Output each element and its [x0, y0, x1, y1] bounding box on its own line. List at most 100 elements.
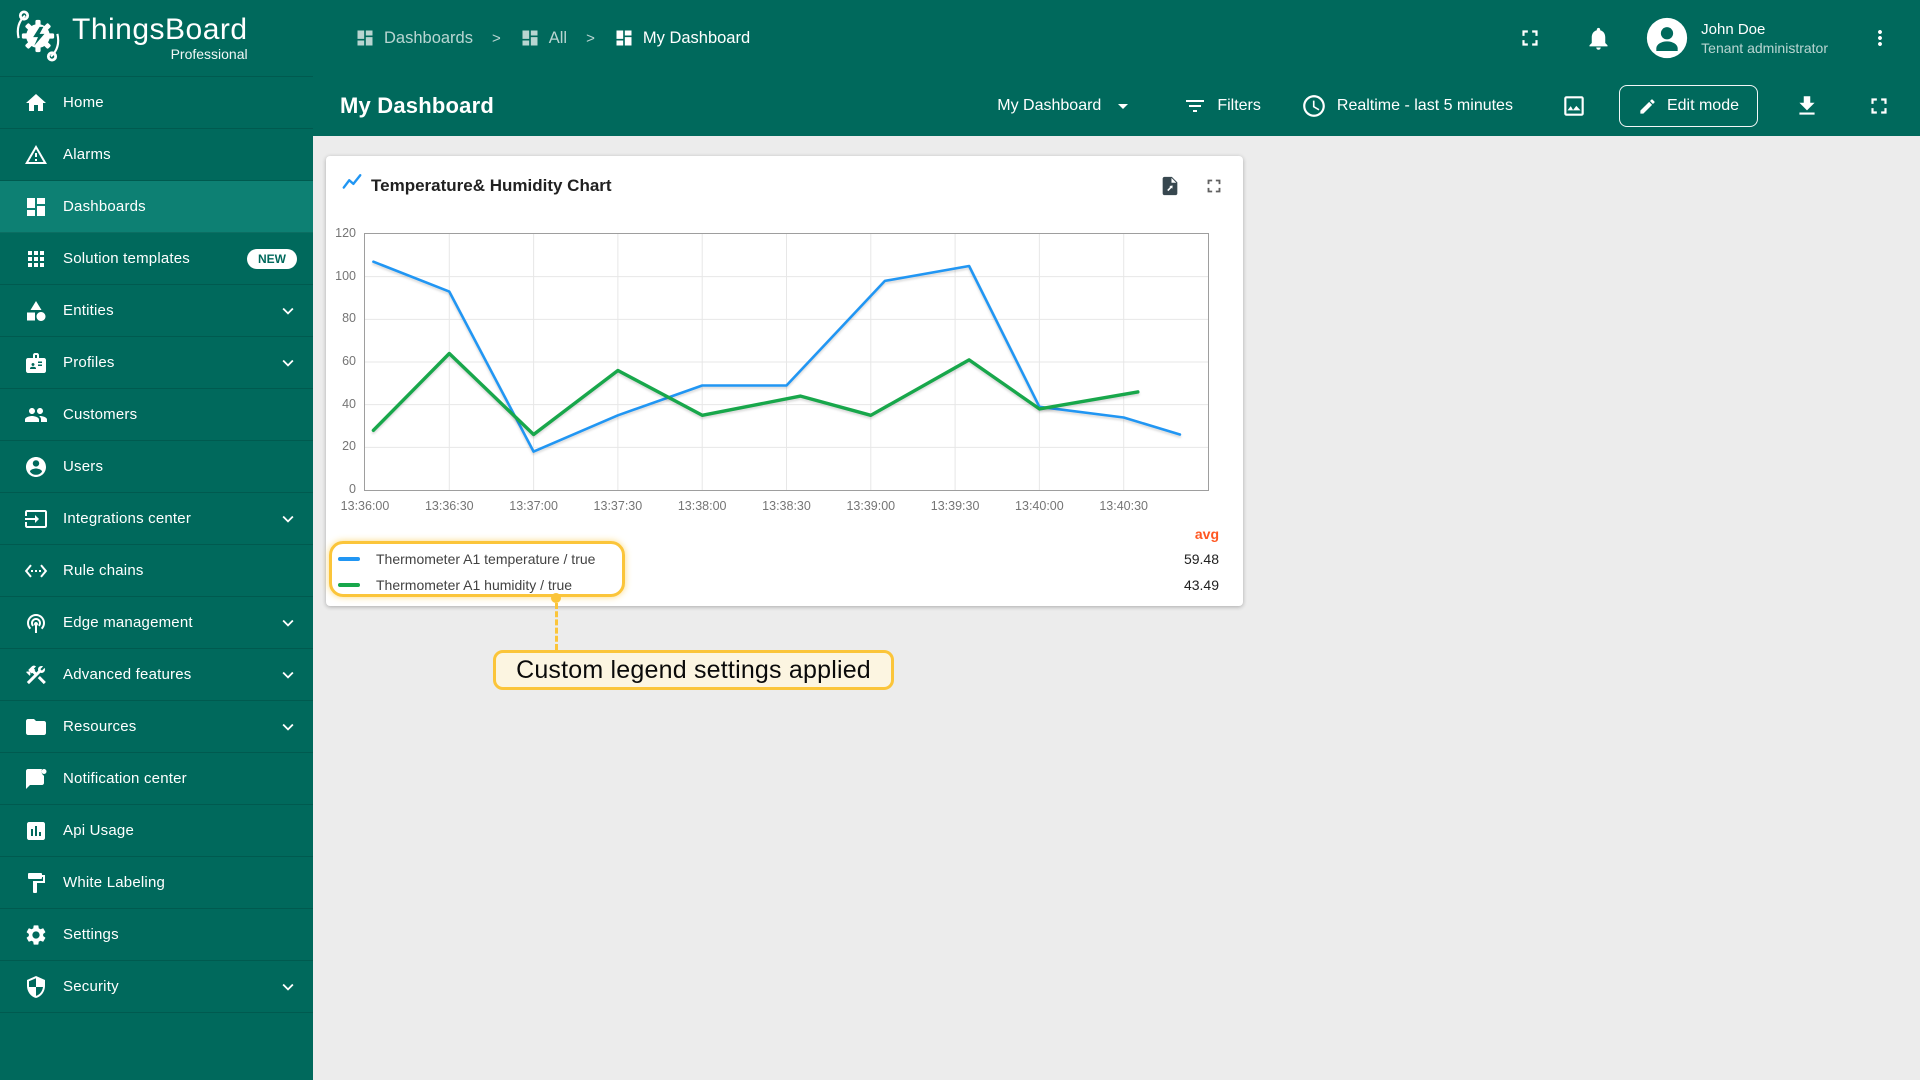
sidebar-item-edge-management[interactable]: Edge management — [0, 597, 313, 649]
filters-label: Filters — [1217, 97, 1261, 114]
new-badge: NEW — [247, 248, 297, 269]
y-axis-tick: 60 — [342, 354, 356, 368]
sidebar-item-alarms[interactable]: Alarms — [0, 129, 313, 181]
topbar: Dashboards > All > My Dashboard John Doe Ten… — [313, 0, 1920, 76]
kebab-menu-icon[interactable] — [1868, 26, 1892, 50]
app-logo[interactable]: ThingsBoard Professional — [0, 0, 313, 76]
breadcrumb-separator: > — [586, 29, 595, 47]
widget-fullscreen-icon[interactable] — [1203, 175, 1225, 197]
filters-button[interactable]: Filters — [1183, 94, 1261, 118]
dashboard-image-icon[interactable] — [1561, 93, 1587, 119]
dashboard-select[interactable]: My Dashboard — [997, 94, 1135, 118]
x-axis-tick: 13:39:30 — [930, 499, 980, 513]
y-axis-tick: 0 — [349, 482, 356, 496]
annotation-connector-dot — [551, 593, 561, 603]
alarms-icon — [24, 143, 48, 167]
sidebar-item-label: Security — [63, 978, 119, 995]
download-icon[interactable] — [1794, 93, 1820, 119]
notifications-bell-icon[interactable] — [1585, 25, 1612, 52]
chart-plot-area[interactable]: 0 20 40 60 80 100 120 13:36:00 13:36:30 13:37:00 1… — [335, 226, 1209, 513]
sidebar-item-users[interactable]: Users — [0, 441, 313, 493]
app-edition: Professional — [170, 45, 248, 62]
white-labeling-icon — [24, 871, 48, 895]
security-icon — [24, 975, 48, 999]
sidebar-item-resources[interactable]: Resources — [0, 701, 313, 753]
edit-mode-button[interactable]: Edit mode — [1618, 85, 1758, 127]
sidebar-item-label: Advanced features — [63, 666, 192, 683]
user-menu[interactable]: John Doe Tenant administrator — [1701, 20, 1828, 57]
breadcrumb-item-my-dashboard[interactable]: My Dashboard — [614, 28, 750, 48]
breadcrumb-separator: > — [491, 29, 501, 47]
legend-row[interactable]: Thermometer A1 temperature / true 59.48 — [338, 546, 1219, 572]
sidebar-nav: Home Alarms Dashboards Solution templates NE… — [0, 76, 313, 1013]
sidebar-item-white-labeling[interactable]: White Labeling — [0, 857, 313, 909]
breadcrumb-item-all[interactable]: All — [520, 28, 567, 48]
fullscreen-icon[interactable] — [1517, 25, 1543, 51]
sidebar-item-rule-chains[interactable]: Rule chains — [0, 545, 313, 597]
breadcrumb-label: My Dashboard — [642, 28, 751, 47]
sidebar-item-solution-templates[interactable]: Solution templates NEW — [0, 233, 313, 285]
sidebar-item-settings[interactable]: Settings — [0, 909, 313, 961]
sidebar-item-label: Profiles — [63, 354, 115, 371]
toolbar-fullscreen-icon[interactable] — [1866, 93, 1892, 119]
sidebar-item-entities[interactable]: Entities — [0, 285, 313, 337]
sidebar-item-dashboards[interactable]: Dashboards — [0, 181, 313, 233]
legend-avg-value: 59.48 — [1183, 551, 1219, 567]
thingsboard-app: ThingsBoard Professional Home Alarms Dashb… — [0, 0, 1920, 1080]
dashboard-toolbar: My Dashboard My Dashboard Filters Realti… — [313, 76, 1920, 136]
y-axis-tick: 120 — [335, 226, 356, 240]
sidebar-item-advanced-features[interactable]: Advanced features — [0, 649, 313, 701]
legend-key — [338, 557, 360, 561]
sidebar-item-label: Edge management — [63, 614, 193, 631]
sidebar-item-home[interactable]: Home — [0, 77, 313, 129]
x-axis-tick: 13:38:30 — [762, 499, 811, 513]
sidebar-item-notification-center[interactable]: Notification center — [0, 753, 313, 805]
sidebar-item-label: Rule chains — [63, 562, 144, 579]
dashboard-icon — [614, 28, 634, 48]
profiles-icon — [24, 351, 48, 375]
sidebar-item-integrations-center[interactable]: Integrations center — [0, 493, 313, 545]
x-axis-tick: 13:38:00 — [677, 499, 727, 513]
chevron-down-icon[interactable] — [277, 352, 299, 374]
dashboards-icon — [24, 195, 48, 219]
edge-management-icon — [24, 611, 48, 635]
chevron-down-icon[interactable] — [277, 976, 299, 998]
avatar[interactable] — [1646, 17, 1688, 59]
widget-title: Temperature& Humidity Chart — [371, 175, 612, 195]
dashboard-icon — [355, 28, 375, 48]
settings-icon — [24, 923, 48, 947]
legend-key — [338, 583, 360, 587]
legend-avg-header: avg — [1194, 526, 1219, 542]
sidebar-item-api-usage[interactable]: Api Usage — [0, 805, 313, 857]
solution-templates-icon — [24, 247, 48, 271]
annotation-connector-line — [554, 603, 558, 650]
api-usage-icon — [24, 819, 48, 843]
thingsboard-logo-icon — [10, 8, 66, 69]
chevron-down-icon[interactable] — [277, 664, 299, 686]
annotation-callout: Custom legend settings applied — [493, 650, 894, 690]
x-axis-tick: 13:36:00 — [340, 499, 390, 513]
rule-chains-icon — [24, 559, 48, 583]
home-icon — [24, 91, 48, 115]
breadcrumb-item-dashboards[interactable]: Dashboards — [355, 28, 473, 48]
legend-avg-value: 43.49 — [1183, 577, 1219, 593]
x-axis-tick: 13:40:00 — [1015, 499, 1064, 513]
export-widget-icon[interactable] — [1159, 175, 1181, 197]
sidebar-item-profiles[interactable]: Profiles — [0, 337, 313, 389]
sidebar-item-customers[interactable]: Customers — [0, 389, 313, 441]
chevron-down-icon[interactable] — [277, 300, 299, 322]
legend-row[interactable]: Thermometer A1 humidity / true 43.49 — [338, 572, 1219, 598]
x-axis-tick: 13:39:00 — [846, 499, 896, 513]
chevron-down-icon[interactable] — [277, 612, 299, 634]
chevron-down-icon[interactable] — [277, 508, 299, 530]
chart-widget[interactable]: Temperature& Humidity Chart 0 20 40 60 80 100… — [326, 156, 1243, 606]
chevron-down-icon[interactable] — [277, 716, 299, 738]
customers-icon — [24, 403, 48, 427]
line-chart-icon — [341, 172, 363, 199]
app-name: ThingsBoard — [72, 12, 248, 46]
timewindow-button[interactable]: Realtime - last 5 minutes — [1301, 93, 1513, 119]
pencil-icon — [1638, 97, 1657, 116]
timewindow-label: Realtime - last 5 minutes — [1336, 97, 1513, 114]
sidebar-item-security[interactable]: Security — [0, 961, 313, 1013]
advanced-features-icon — [24, 663, 48, 687]
